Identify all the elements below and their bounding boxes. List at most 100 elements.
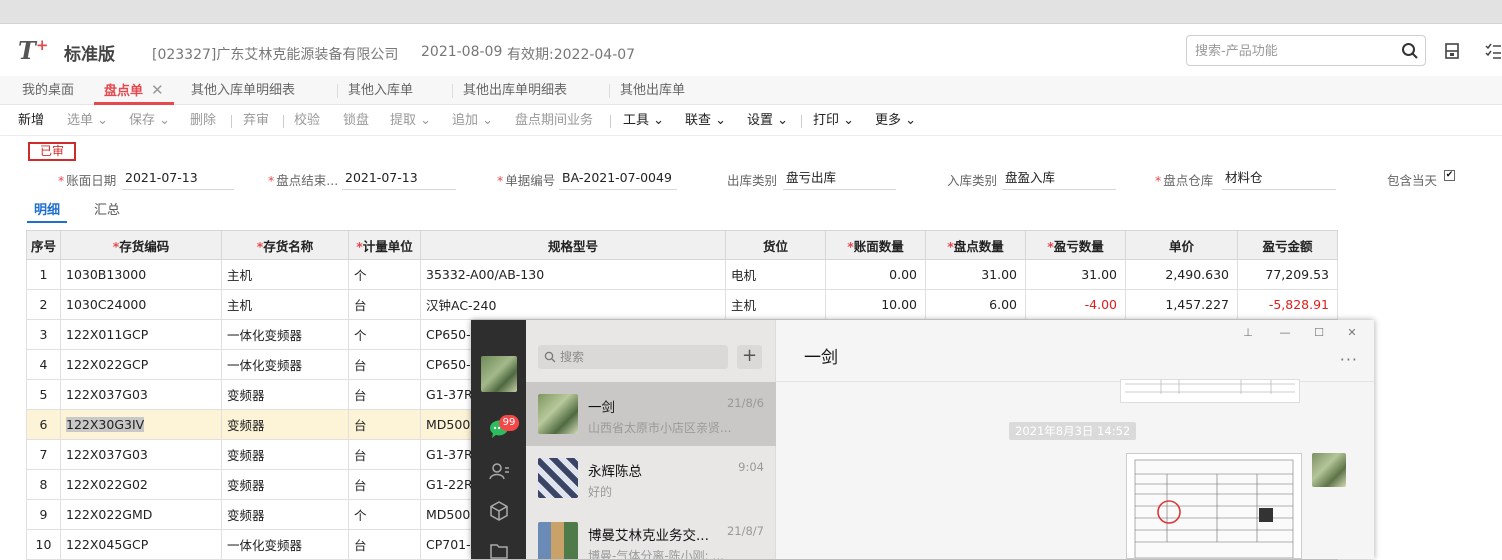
wechat-search-input[interactable] <box>560 348 720 366</box>
check-button[interactable]: 校验 <box>294 106 320 136</box>
cell-code[interactable]: 122X30G3IV <box>60 409 222 440</box>
col-price[interactable]: 单价 <box>1125 230 1238 260</box>
cell-code[interactable]: 122X022GCP <box>60 349 222 380</box>
cell-name[interactable]: 主机 <box>221 289 349 320</box>
col-code[interactable]: *存货编码 <box>60 230 222 260</box>
maximize-icon[interactable]: ☐ <box>1312 326 1326 340</box>
doc-no-value[interactable]: BA-2021-07-0049 <box>559 169 677 190</box>
cell-name[interactable]: 变频器 <box>221 469 349 500</box>
lock-button[interactable]: 锁盘 <box>343 106 369 136</box>
cell-unit[interactable]: 个 <box>348 319 421 350</box>
col-count-qty[interactable]: *盘点数量 <box>925 230 1026 260</box>
col-diff-qty[interactable]: *盈亏数量 <box>1025 230 1126 260</box>
cell-name[interactable]: 主机 <box>221 259 349 290</box>
product-search-box[interactable] <box>1186 35 1426 66</box>
cell-price[interactable]: 2,490.630 <box>1125 259 1238 290</box>
more-options-icon[interactable]: ··· <box>1340 350 1358 369</box>
cell-unit[interactable]: 个 <box>348 259 421 290</box>
minimize-icon[interactable]: — <box>1278 326 1292 340</box>
cell-count-qty[interactable]: 6.00 <box>925 289 1026 320</box>
cell-unit[interactable]: 台 <box>348 349 421 380</box>
pin-icon[interactable]: ⊥ <box>1241 326 1255 340</box>
cell-price[interactable]: 1,457.227 <box>1125 289 1238 320</box>
image-message[interactable] <box>1120 379 1300 403</box>
col-spec[interactable]: 规格型号 <box>420 230 726 260</box>
cell-unit[interactable]: 台 <box>348 439 421 470</box>
tab-other-out-detail[interactable]: 其他出库单明细表 <box>463 76 567 105</box>
cell-code[interactable]: 122X022G02 <box>60 469 222 500</box>
cell-diff-amount[interactable]: 77,209.53 <box>1237 259 1338 290</box>
cell-unit[interactable]: 台 <box>348 289 421 320</box>
out-type-value[interactable]: 盘亏出库 <box>783 169 896 190</box>
subtab-detail[interactable]: 明细 <box>27 199 68 223</box>
cell-diff-qty[interactable]: 31.00 <box>1025 259 1126 290</box>
folder-icon[interactable] <box>488 540 510 559</box>
cell-code[interactable]: 1030C24000 <box>60 289 222 320</box>
contacts-icon[interactable] <box>488 460 510 482</box>
cube-icon[interactable] <box>488 500 510 522</box>
abandon-audit-button[interactable]: 弃审 <box>243 106 269 136</box>
cell-code[interactable]: 122X022GMD <box>60 499 222 530</box>
cell-diff-qty[interactable]: -4.00 <box>1025 289 1126 320</box>
cell-unit[interactable]: 台 <box>348 529 421 560</box>
new-button[interactable]: 新增 <box>18 106 44 136</box>
col-name[interactable]: *存货名称 <box>221 230 349 260</box>
cell-code[interactable]: 122X045GCP <box>60 529 222 560</box>
avatar[interactable] <box>481 356 517 392</box>
cell-code[interactable]: 122X037G03 <box>60 379 222 410</box>
cell-name[interactable]: 变频器 <box>221 499 349 530</box>
cell-name[interactable]: 变频器 <box>221 439 349 470</box>
cell-code[interactable]: 122X037G03 <box>60 439 222 470</box>
cell-diff-amount[interactable]: -5,828.91 <box>1237 289 1338 320</box>
wechat-search-box[interactable] <box>538 345 728 369</box>
linked-query-button[interactable]: 联查 ⌄ <box>685 106 726 136</box>
print-button[interactable]: 打印 ⌄ <box>813 106 854 136</box>
table-row[interactable]: 1 1030B13000 主机 个 35332-A00/AB-130 电机 0.… <box>26 259 1338 290</box>
cell-name[interactable]: 一体化变频器 <box>221 319 349 350</box>
cell-code[interactable]: 122X011GCP <box>60 319 222 350</box>
cell-spec[interactable]: 汉钟AC-240 <box>420 289 726 320</box>
cell-count-qty[interactable]: 31.00 <box>925 259 1026 290</box>
period-ops-button[interactable]: 盘点期间业务 <box>515 106 593 136</box>
more-button[interactable]: 更多 ⌄ <box>875 106 916 136</box>
cell-unit[interactable]: 台 <box>348 379 421 410</box>
add-chat-button[interactable]: + <box>737 345 762 369</box>
conversation-item[interactable]: 永辉陈总 9:04 好的 <box>526 446 776 510</box>
delete-button[interactable]: 删除 <box>190 106 216 136</box>
conversation-item[interactable]: 一剑 21/8/6 山西省太原市小店区亲贤... <box>526 382 776 446</box>
col-seq[interactable]: 序号 <box>26 230 61 260</box>
warehouse-value[interactable]: 材料仓 <box>1222 169 1336 190</box>
settings-button[interactable]: 设置 ⌄ <box>747 106 788 136</box>
tab-other-in-detail[interactable]: 其他入库单明细表 <box>191 76 295 105</box>
conversation-item[interactable]: 博曼艾林克业务交... 21/8/7 博曼-气体分离-陈小刚: ... <box>526 510 776 559</box>
col-book-qty[interactable]: *账面数量 <box>825 230 926 260</box>
tab-other-in[interactable]: 其他入库单 <box>348 76 413 105</box>
tab-my-desktop[interactable]: 我的桌面 <box>22 76 74 105</box>
search-icon[interactable] <box>1401 42 1419 60</box>
cell-name[interactable]: 一体化变频器 <box>221 349 349 380</box>
save-doc-icon[interactable] <box>1443 42 1461 60</box>
select-button[interactable]: 选单 ⌄ <box>67 106 108 136</box>
tab-other-out[interactable]: 其他出库单 <box>620 76 685 105</box>
cell-spec[interactable]: 35332-A00/AB-130 <box>420 259 726 290</box>
save-button[interactable]: 保存 ⌄ <box>129 106 170 136</box>
cell-location[interactable]: 电机 <box>725 259 826 290</box>
table-row[interactable]: 2 1030C24000 主机 台 汉钟AC-240 主机 10.00 6.00… <box>26 289 1338 320</box>
fetch-button[interactable]: 提取 ⌄ <box>390 106 431 136</box>
cell-location[interactable]: 主机 <box>725 289 826 320</box>
cell-code[interactable]: 1030B13000 <box>60 259 222 290</box>
close-icon[interactable]: ✕ <box>1345 326 1359 340</box>
cell-unit[interactable]: 台 <box>348 469 421 500</box>
product-search-input[interactable] <box>1195 41 1395 61</box>
avatar[interactable] <box>1312 453 1346 487</box>
close-icon[interactable]: ✕ <box>151 81 164 99</box>
cell-name[interactable]: 变频器 <box>221 409 349 440</box>
image-message[interactable] <box>1126 453 1302 559</box>
cell-book-qty[interactable]: 0.00 <box>825 259 926 290</box>
include-today-checkbox[interactable]: ✔ <box>1444 170 1455 181</box>
col-unit[interactable]: *计量单位 <box>348 230 421 260</box>
selected-text[interactable]: 122X30G3IV <box>66 417 145 432</box>
cell-unit[interactable]: 台 <box>348 409 421 440</box>
tab-stocktake[interactable]: 盘点单 ✕ <box>94 76 174 105</box>
cell-book-qty[interactable]: 10.00 <box>825 289 926 320</box>
